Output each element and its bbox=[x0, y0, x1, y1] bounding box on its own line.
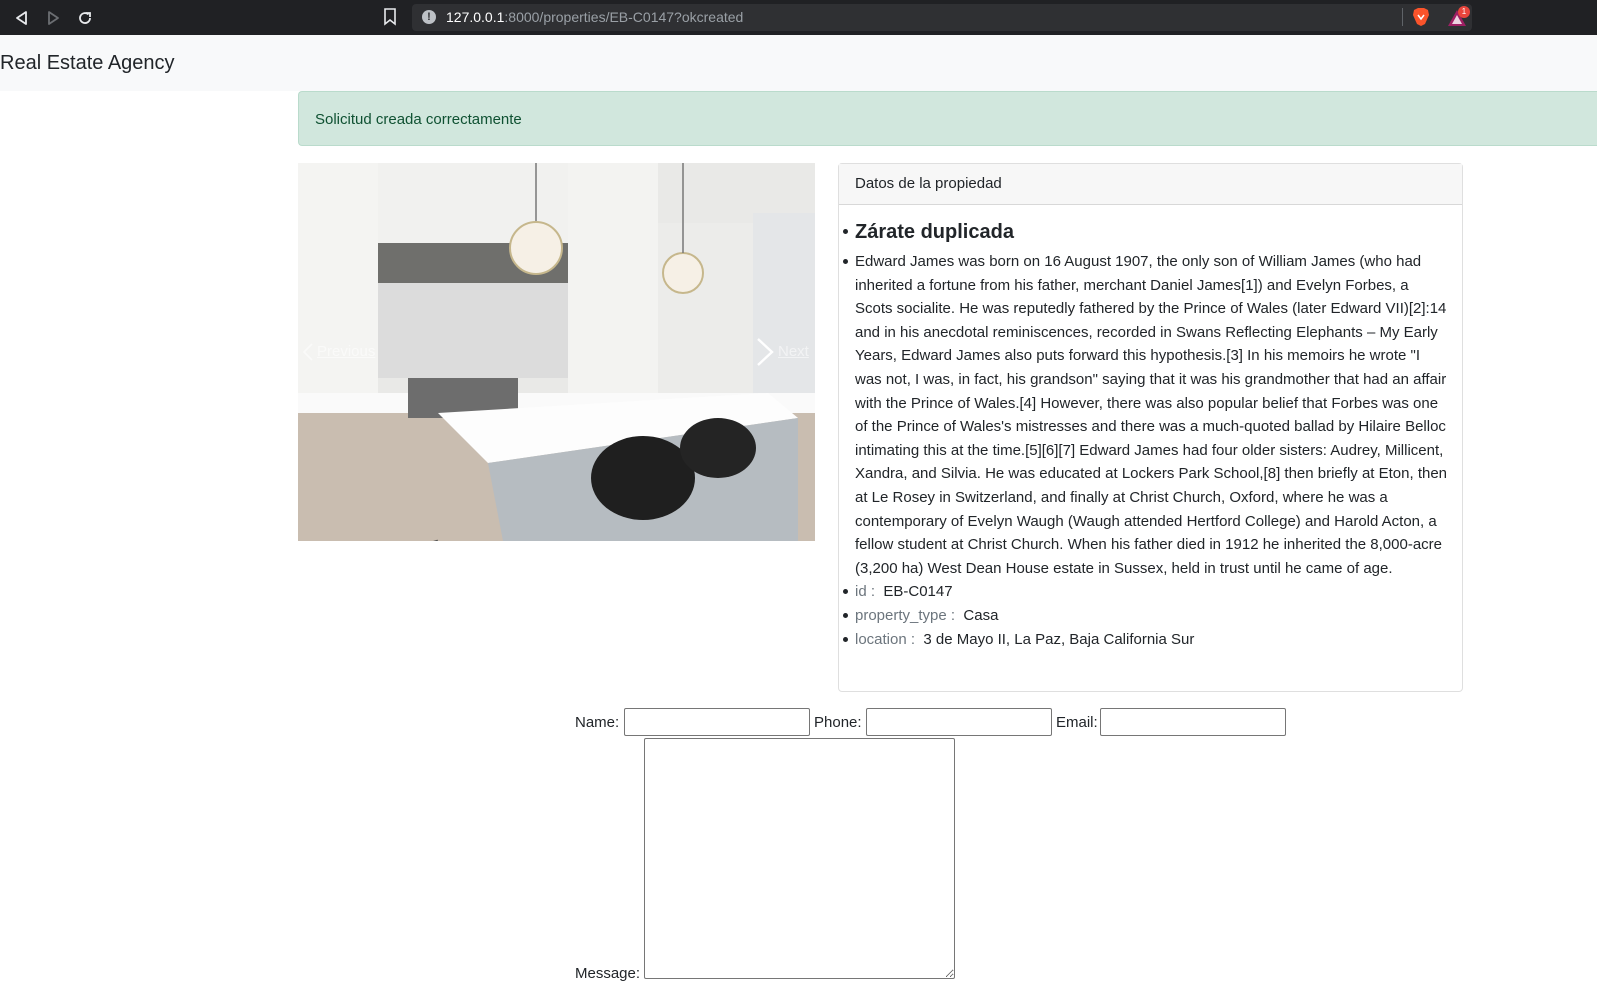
message-label: Message: bbox=[575, 965, 641, 982]
browser-toolbar: ! 127.0.0.1:8000/properties/EB-C0147?okc… bbox=[0, 0, 1597, 35]
bookmark-icon[interactable] bbox=[384, 8, 396, 26]
brave-shields-icon[interactable] bbox=[1412, 7, 1430, 27]
chevron-left-icon bbox=[302, 343, 314, 365]
phone-label: Phone: bbox=[814, 714, 862, 731]
property-description: Edward James was born on 16 August 1907,… bbox=[843, 250, 1447, 580]
carousel-prev-label: Previous bbox=[317, 343, 376, 360]
property-title: Zárate duplicada bbox=[843, 214, 1447, 250]
forward-icon[interactable] bbox=[43, 8, 63, 28]
carousel-next-button[interactable] bbox=[750, 335, 778, 369]
carousel-prev-button[interactable]: Previous bbox=[298, 331, 388, 371]
email-input[interactable] bbox=[1100, 708, 1286, 736]
field-value: 3 de Mayo II, La Paz, Baja California Su… bbox=[923, 630, 1195, 648]
alert-text: Solicitud creada correctamente bbox=[315, 111, 522, 128]
success-alert: Solicitud creada correctamente bbox=[298, 91, 1597, 146]
reload-icon[interactable] bbox=[75, 8, 95, 28]
property-card: Datos de la propiedad Zárate duplicada E… bbox=[838, 163, 1463, 692]
address-bar[interactable]: ! 127.0.0.1:8000/properties/EB-C0147?okc… bbox=[412, 4, 1472, 31]
name-label: Name: bbox=[575, 714, 620, 731]
phone-input[interactable] bbox=[866, 708, 1052, 736]
navbar: Real Estate Agency bbox=[0, 35, 1597, 91]
email-label: Email: bbox=[1056, 714, 1098, 731]
chevron-right-icon bbox=[757, 338, 774, 366]
field-id: id : EB-C0147 bbox=[843, 580, 1447, 604]
field-property-type: property_type : Casa bbox=[843, 604, 1447, 628]
toolbar-separator bbox=[1402, 8, 1403, 26]
field-value: EB-C0147 bbox=[883, 583, 953, 601]
field-location: location : 3 de Mayo II, La Paz, Baja Ca… bbox=[843, 628, 1447, 652]
card-header: Datos de la propiedad bbox=[839, 164, 1462, 205]
field-key: id : bbox=[855, 583, 876, 601]
url-text: 127.0.0.1:8000/properties/EB-C0147?okcre… bbox=[446, 9, 744, 25]
property-carousel: Previous Next bbox=[298, 163, 815, 541]
site-info-icon[interactable]: ! bbox=[422, 10, 436, 24]
field-value: Casa bbox=[963, 606, 999, 624]
rewards-badge: 1 bbox=[1458, 6, 1470, 18]
field-key: location : bbox=[855, 630, 916, 648]
contact-form: Name: Phone: Email: Message: bbox=[575, 708, 1295, 993]
property-details-list: Zárate duplicada Edward James was born o… bbox=[843, 214, 1447, 652]
navbar-brand[interactable]: Real Estate Agency bbox=[0, 52, 175, 75]
back-icon[interactable] bbox=[12, 8, 32, 28]
field-key: property_type : bbox=[855, 606, 956, 624]
name-input[interactable] bbox=[624, 708, 810, 736]
message-textarea[interactable] bbox=[644, 738, 955, 979]
carousel-next-label: Next bbox=[778, 343, 809, 360]
